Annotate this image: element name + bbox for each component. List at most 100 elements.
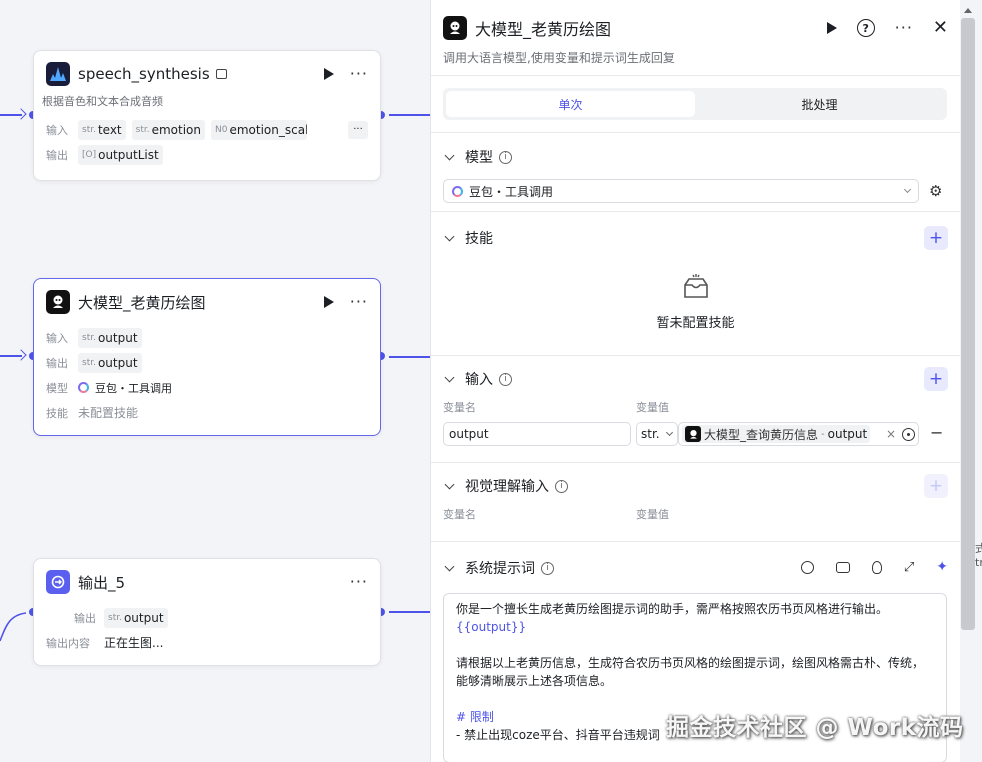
node-title: speech_synthesis: [78, 65, 210, 83]
more-options-icon[interactable]: ···: [350, 66, 368, 82]
help-icon[interactable]: ?: [856, 19, 875, 37]
node-title: 输出_5: [78, 573, 126, 592]
node-output-5[interactable]: 输出_5 ··· 输出 str. output 输出内容 正在生图...: [33, 558, 381, 666]
info-icon[interactable]: i: [541, 561, 554, 575]
edge-out-2: [389, 356, 430, 358]
model-label: 模型: [46, 381, 68, 395]
skills-label: 技能: [46, 406, 68, 420]
node-title: 大模型_老黄历绘图: [78, 293, 206, 312]
model-select[interactable]: 豆包・工具调用: [443, 179, 919, 203]
output-content-label: 输出内容: [46, 636, 90, 650]
edge-out-3: [389, 611, 430, 613]
input-section: 输入 i + 变量名 变量值 output str. 大模型_查询黄历信息 - …: [443, 367, 948, 450]
column-header-name: 变量名: [443, 508, 476, 521]
model-section-header[interactable]: 模型 i: [443, 146, 948, 168]
prompt-line: 请根据以上老黄历信息，生成符合农历书页风格的绘图提示词，绘图风格需古朴、传统，: [456, 656, 925, 670]
output-label: 输出: [46, 356, 68, 370]
section-title: 系统提示词: [465, 561, 535, 577]
chevron-down-icon[interactable]: [444, 372, 455, 382]
clear-icon[interactable]: ×: [886, 427, 896, 441]
input-section-header[interactable]: 输入 i +: [443, 367, 948, 391]
close-icon[interactable]: ✕: [933, 19, 948, 37]
output-tag-output: str. output: [104, 607, 168, 628]
tab-single[interactable]: 单次: [446, 91, 695, 117]
edge-arrow-1: [15, 108, 27, 120]
divider: [431, 211, 960, 212]
variable-type-select[interactable]: str.: [636, 422, 678, 446]
add-vision-input-button[interactable]: +: [924, 474, 948, 498]
more-options-icon[interactable]: ···: [350, 294, 368, 310]
more-options-icon[interactable]: ···: [895, 20, 913, 36]
divider: [431, 75, 960, 76]
skills-section: 技能 + 暂未配置技能: [443, 226, 948, 347]
gear-icon[interactable]: ⚙: [929, 182, 942, 200]
edge-in-3: [0, 612, 27, 642]
remove-input-button[interactable]: −: [930, 423, 943, 442]
chevron-down-icon[interactable]: [444, 231, 455, 241]
edge-out-1: [389, 114, 430, 116]
reference-field: output: [827, 427, 868, 441]
lightbulb-icon[interactable]: [871, 560, 882, 574]
more-options-icon[interactable]: ···: [350, 574, 368, 590]
run-node-icon[interactable]: [323, 296, 334, 308]
info-icon[interactable]: i: [499, 150, 512, 164]
node-description: 根据音色和文本合成音频: [42, 95, 163, 108]
type-value: str.: [641, 427, 660, 441]
chevron-down-icon[interactable]: [444, 561, 455, 571]
column-header-name: 变量名: [443, 401, 476, 414]
expand-icon[interactable]: ⤢: [904, 560, 914, 575]
model-select-value: 豆包・工具调用: [469, 184, 554, 199]
vision-input-section: 视觉理解输入 i + 变量名 变量值: [443, 474, 948, 525]
section-title: 视觉理解输入: [465, 479, 549, 495]
chevron-down-icon[interactable]: [444, 150, 455, 160]
run-node-icon[interactable]: [323, 68, 334, 80]
prompt-line: 你是一个擅长生成老黄历绘图提示词的助手，需严格按照农历书页风格进行输出。: [456, 602, 889, 616]
info-icon[interactable]: i: [499, 372, 512, 386]
chevron-down-icon[interactable]: [444, 479, 455, 489]
info-icon[interactable]: i: [555, 479, 568, 493]
divider: [431, 462, 960, 463]
vision-section-header[interactable]: 视觉理解输入 i +: [443, 474, 948, 498]
skills-section-header[interactable]: 技能 +: [443, 226, 948, 250]
panel-subtitle: 调用大语言模型,使用变量和提示词生成回复: [443, 51, 675, 65]
input-tag-emotion: str. emotion: [131, 119, 205, 140]
input-tag-emotion-scale: N0emotion_scale: [211, 119, 307, 140]
llm-node-icon: [46, 290, 70, 314]
more-inputs-button[interactable]: ···: [348, 120, 368, 139]
section-title: 输入: [465, 372, 493, 388]
chevron-down-icon: [903, 185, 912, 194]
node-speech-synthesis[interactable]: speech_synthesis ··· 根据音色和文本合成音频 输入 str.…: [33, 50, 381, 181]
ai-sparkle-icon[interactable]: ✦: [936, 559, 948, 575]
output-content-value: 正在生图...: [104, 636, 164, 650]
variable-name-input[interactable]: output: [443, 422, 631, 446]
model-section: 模型 i 豆包・工具调用 ⚙: [443, 146, 948, 206]
add-input-button[interactable]: +: [924, 367, 948, 391]
variable-value-reference[interactable]: 大模型_查询黄历信息 - output ×: [678, 422, 919, 446]
variable-picker-icon[interactable]: [902, 427, 915, 441]
empty-box-icon: [683, 274, 708, 298]
edge-arrow-2: [15, 349, 27, 361]
chevron-down-icon: [665, 428, 673, 437]
add-skill-button[interactable]: +: [924, 226, 948, 250]
watermark: 掘金技术社区 @ Work流码: [666, 715, 964, 741]
tab-batch[interactable]: 批处理: [695, 91, 944, 117]
scrollbar-thumb[interactable]: [961, 18, 975, 630]
output-label: 输出: [46, 148, 68, 162]
plugin-badge-icon: [215, 69, 227, 79]
prompt-line: [456, 636, 934, 654]
skills-empty-text: 暂未配置技能: [656, 316, 735, 331]
divider: [431, 132, 960, 133]
model-name: 豆包・工具调用: [95, 381, 172, 395]
run-node-icon[interactable]: [826, 22, 837, 34]
node-config-panel: 大模型_老黄历绘图 ? ··· ✕ 调用大语言模型,使用变量和提示词生成回复 单…: [430, 0, 960, 762]
prompt-library-icon[interactable]: [835, 561, 850, 573]
input-tag-output: str. output: [78, 327, 142, 348]
scroll-up-arrow-icon[interactable]: [964, 8, 972, 13]
workflow-canvas[interactable]: speech_synthesis ··· 根据音色和文本合成音频 输入 str.…: [0, 0, 430, 762]
panel-title[interactable]: 大模型_老黄历绘图: [475, 16, 611, 40]
speech-synthesis-icon: [46, 62, 70, 86]
output-label: 输出: [74, 611, 96, 625]
reference-node-name: 大模型_查询黄历信息: [704, 427, 819, 442]
node-llm-almanac-drawing[interactable]: 大模型_老黄历绘图 ··· 输入 str. output 输出 str. outpu…: [33, 278, 381, 436]
compass-icon[interactable]: [800, 560, 814, 574]
